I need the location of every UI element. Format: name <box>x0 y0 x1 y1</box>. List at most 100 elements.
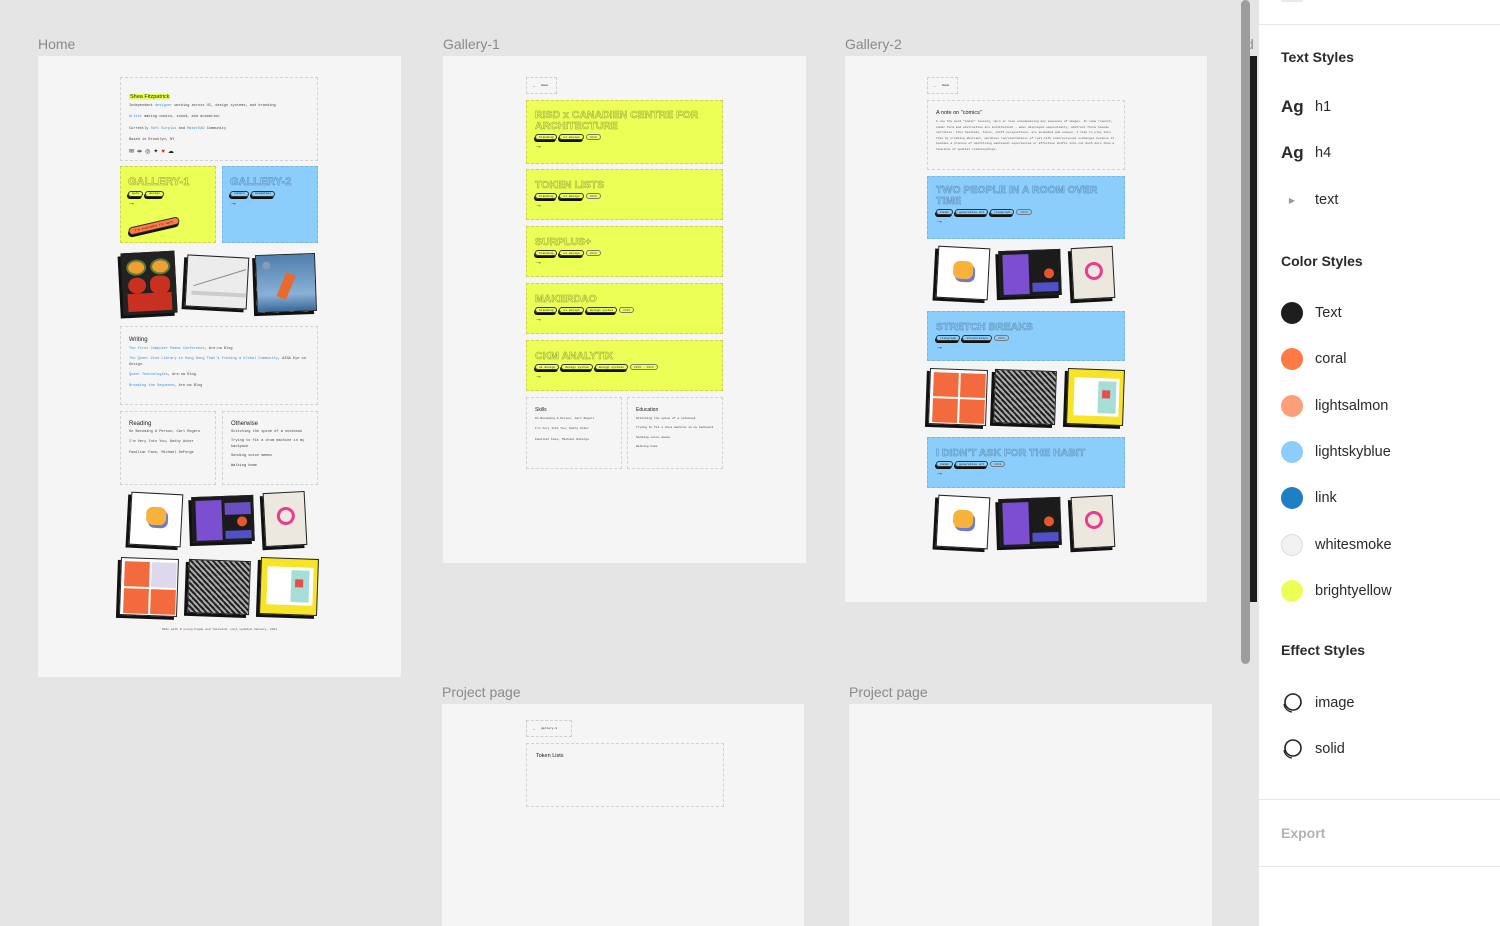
available-for-work-badge[interactable]: I'm available for work <box>127 216 180 236</box>
instagram-icon[interactable]: ◎ <box>145 149 150 155</box>
arrow-right-icon[interactable]: → <box>535 373 714 380</box>
divider <box>1259 24 1500 25</box>
arrow-right-icon[interactable]: → <box>535 202 714 209</box>
color-style-lightskyblue[interactable]: lightskyblue <box>1281 440 1391 463</box>
text-style-h4[interactable]: Ag h4 <box>1281 143 1331 163</box>
link-icon[interactable]: ⇹ <box>137 149 142 155</box>
project-card[interactable]: MAKERDAO branding ui design design system 20… <box>526 283 723 334</box>
color-style-link[interactable]: link <box>1281 487 1337 510</box>
effect-style-solid[interactable]: solid <box>1281 738 1345 760</box>
figma-canvas[interactable]: Home Shea Fitzpatrick Independent design… <box>0 0 1258 926</box>
frame-gallery-1[interactable]: ← Home RISD x CANADIEN CENTRE FOR ARCHIT… <box>443 56 806 563</box>
writing-item: Queer Technologies, Are.na Blog <box>129 373 196 378</box>
tag: design systems <box>594 364 628 371</box>
arrow-right-icon[interactable]: → <box>535 316 714 323</box>
heart-icon[interactable]: ♥ <box>161 149 165 155</box>
export-section-header[interactable]: Export <box>1281 825 1325 841</box>
gallery-1-card[interactable]: GALLERY-1 work design → I'm available fo… <box>120 166 216 243</box>
twitter-icon[interactable]: ✦ <box>153 149 158 155</box>
gallery-2-card[interactable]: GALLERY-2 comics animation → <box>222 166 318 243</box>
arrow-right-icon[interactable]: → <box>535 259 714 266</box>
artwork-thumbnail[interactable] <box>1066 368 1125 426</box>
back-home-button[interactable]: ← Home <box>927 77 958 94</box>
project-title: CKM ANALYTIX <box>535 350 613 362</box>
writing-link[interactable]: Queer Technologies <box>129 373 168 377</box>
text-style-sample: Ag <box>1281 143 1304 162</box>
artwork-thumbnail[interactable] <box>935 494 991 550</box>
project-card[interactable]: TWO PEOPLE IN A ROOM OVER TIME comic gen… <box>927 176 1125 239</box>
designer-link[interactable]: designer <box>155 104 172 108</box>
artwork-thumbnail[interactable] <box>119 557 179 617</box>
makerdao-link[interactable]: MakerDAO <box>187 127 204 131</box>
frame-label-project-page-1[interactable]: Project page <box>442 684 521 700</box>
arrow-right-icon[interactable]: → <box>535 143 714 150</box>
color-style-coral[interactable]: coral <box>1281 348 1346 371</box>
project-card[interactable]: I DIDN'T ASK FOR THE HABIT comic generat… <box>927 437 1125 488</box>
artist-link[interactable]: Artist <box>129 115 142 119</box>
arrow-right-icon[interactable]: → <box>936 470 1116 477</box>
writing-link[interactable]: Breaking the Sequence <box>129 384 174 388</box>
caret-right-icon[interactable]: ▶ <box>1281 196 1303 205</box>
artwork-thumbnail[interactable] <box>191 494 255 544</box>
arrow-right-icon[interactable]: → <box>936 218 1116 225</box>
arrow-right-icon[interactable]: → <box>230 200 310 207</box>
color-style-text[interactable]: Text <box>1281 302 1342 324</box>
project-card[interactable]: RISD x CANADIEN CENTRE FOR ARCHITECTURE b… <box>526 100 723 164</box>
panel-top-control[interactable] <box>1281 0 1303 2</box>
frame-label-project-page-2[interactable]: Project page <box>849 684 928 700</box>
tag: animation <box>250 190 276 197</box>
color-style-whitesmoke[interactable]: whitesmoke <box>1281 533 1392 556</box>
artwork-thumbnail[interactable] <box>128 491 184 548</box>
tag: illustration <box>962 335 992 342</box>
artwork-thumbnail[interactable] <box>935 245 991 301</box>
gallery-1-title: GALLERY-1 <box>128 176 190 188</box>
tag: ui design <box>559 307 584 314</box>
skills-card: Skills On Becoming A Person, Carl Rogers… <box>526 397 622 469</box>
writing-link[interactable]: The First Computer Poems Conference <box>129 347 204 351</box>
artwork-thumbnail[interactable] <box>255 252 317 314</box>
back-gallery-1-button[interactable]: ← gallery-1 <box>526 720 572 737</box>
mail-icon[interactable]: ✉ <box>129 149 134 155</box>
artwork-thumbnail[interactable] <box>187 558 251 616</box>
artwork-thumbnail[interactable] <box>998 496 1062 548</box>
artwork-thumbnail[interactable] <box>120 250 178 316</box>
color-style-brightyellow[interactable]: brightyellow <box>1281 579 1392 602</box>
project-card[interactable]: STRETCH BREAKS risograph illustration 20… <box>927 311 1125 361</box>
color-style-lightsalmon[interactable]: lightsalmon <box>1281 394 1388 417</box>
color-swatch <box>1281 533 1303 556</box>
arrow-left-icon: ← <box>532 83 536 88</box>
artwork-thumbnail[interactable] <box>1070 245 1116 301</box>
artwork-thumbnail[interactable] <box>993 368 1057 426</box>
frame-label-home[interactable]: Home <box>38 36 75 52</box>
artwork-thumbnail[interactable] <box>1070 494 1116 550</box>
arrow-left-icon: ← <box>532 726 536 731</box>
project-card[interactable]: TOKEN LISTS branding ui design 2020 → <box>526 169 723 220</box>
artwork-thumbnail[interactable] <box>259 557 319 616</box>
text-style-h1[interactable]: Ag h1 <box>1281 97 1331 117</box>
artwork-thumbnail[interactable] <box>184 254 250 310</box>
project-card[interactable]: SURPLUS+ branding ui design 2020 → <box>526 226 723 277</box>
frame-gallery-2[interactable]: ← Home A note on "comics" I use the word… <box>845 56 1207 602</box>
frame-project-page-2[interactable] <box>849 704 1212 926</box>
back-home-button[interactable]: ← Home <box>526 77 557 94</box>
frame-label-gallery-1[interactable]: Gallery-1 <box>443 36 500 52</box>
frame-label-gallery-2[interactable]: Gallery-2 <box>845 36 902 52</box>
cloud-icon[interactable]: ☁ <box>168 149 174 155</box>
project-card[interactable]: CKM ANALYTIX ui design design system design… <box>526 340 723 391</box>
frame-project-page-1[interactable]: ← gallery-1 Token Lists <box>442 704 804 926</box>
canvas-scrollbar[interactable] <box>1241 0 1250 664</box>
arrow-right-icon[interactable]: → <box>936 344 1116 351</box>
text-style-group-text[interactable]: ▶ text <box>1281 192 1338 208</box>
artwork-thumbnail[interactable] <box>262 490 308 548</box>
arrow-right-icon[interactable]: → <box>128 200 208 207</box>
effect-style-name: solid <box>1315 741 1345 757</box>
effect-style-image[interactable]: image <box>1281 692 1355 714</box>
writing-heading: Writing <box>129 337 148 343</box>
soft-surplus-link[interactable]: Soft Surplus <box>151 127 177 131</box>
frame-home[interactable]: Shea Fitzpatrick Independent designer wo… <box>38 56 401 677</box>
project-title: STRETCH BREAKS <box>936 321 1033 333</box>
skills-item: On Becoming A Person, Carl Rogers <box>535 417 595 420</box>
writing-link[interactable]: The Queer Zine Library in Hong Kong That… <box>129 357 278 361</box>
artwork-thumbnail[interactable] <box>998 248 1062 298</box>
artwork-thumbnail[interactable] <box>928 368 988 426</box>
